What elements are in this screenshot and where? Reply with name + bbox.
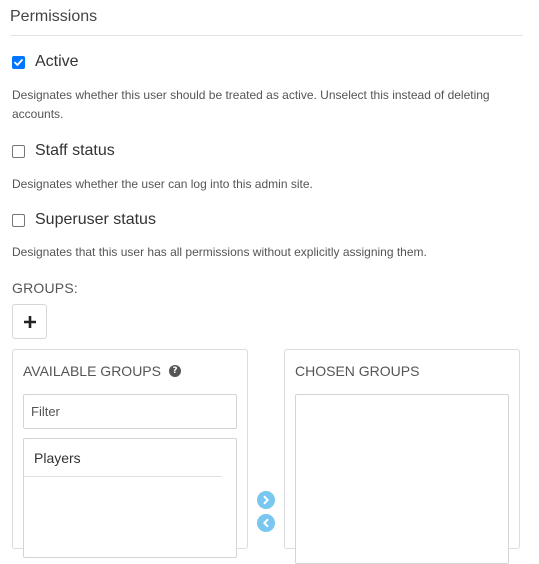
chevron-left-circle-icon	[263, 518, 269, 528]
checkmark-icon	[14, 58, 23, 66]
active-checkbox[interactable]	[12, 55, 25, 69]
chosen-groups-panel: CHOSEN GROUPS	[284, 349, 520, 564]
groups-label: GROUPS:	[12, 280, 78, 296]
superuser-label: Superuser status	[35, 211, 156, 228]
available-groups-select[interactable]: Players	[23, 438, 237, 558]
add-group-button[interactable]	[12, 304, 47, 339]
active-help-text: Designates whether this user should be t…	[12, 88, 490, 121]
superuser-checkbox[interactable]	[12, 213, 25, 227]
plus-icon	[23, 315, 36, 328]
superuser-checkbox-row[interactable]: Superuser status	[12, 211, 156, 229]
superuser-help-text: Designates that this user has all permis…	[12, 245, 427, 259]
chosen-groups-select[interactable]	[295, 394, 509, 564]
groups-filter-input[interactable]	[23, 394, 237, 429]
remove-group-button[interactable]	[257, 514, 275, 532]
staff-checkbox-row[interactable]: Staff status	[12, 142, 115, 160]
active-checkbox-row[interactable]: Active	[12, 53, 79, 71]
choose-group-button[interactable]	[257, 491, 275, 509]
section-divider	[10, 35, 523, 36]
active-label: Active	[35, 53, 79, 70]
staff-checkbox[interactable]	[12, 144, 25, 158]
staff-help-text: Designates whether the user can log into…	[12, 177, 313, 191]
section-title: Permissions	[10, 8, 98, 25]
available-groups-panel: AVAILABLE GROUPS ? Players	[12, 349, 248, 558]
chevron-right-circle-icon	[263, 495, 269, 505]
chosen-groups-title: CHOSEN GROUPS	[295, 363, 420, 379]
available-groups-title-text: AVAILABLE GROUPS	[23, 363, 161, 379]
question-circle-icon[interactable]: ?	[168, 365, 181, 377]
available-groups-title: AVAILABLE GROUPS ?	[23, 363, 181, 379]
staff-label: Staff status	[35, 142, 115, 159]
list-item[interactable]: Players	[24, 439, 222, 477]
